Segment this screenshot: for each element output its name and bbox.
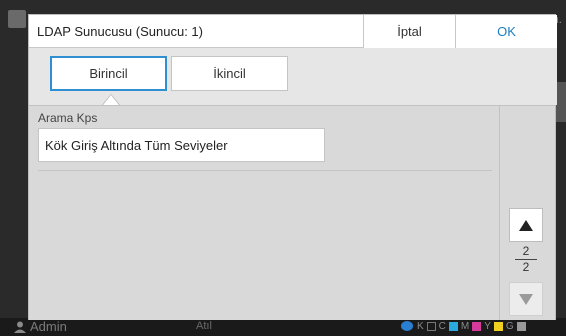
page-indicator: 2 2 [512,245,540,274]
dialog-title: LDAP Sunucusu (Sunucu: 1) [37,24,203,39]
tab-pointer [103,95,119,105]
cancel-button[interactable]: İptal [363,15,455,48]
settings-content: Arama Kps Kök Giriş Altında Tüm Seviyele… [29,105,499,320]
ink-swatch-g [516,321,526,331]
tab-secondary[interactable]: İkincil [171,56,288,91]
ink-levels: K C M Y G [400,320,526,332]
search-scope-label: Arama Kps [38,111,98,125]
divider [38,170,492,171]
ink-drop-icon [401,321,413,331]
ink-swatch-c [448,321,458,331]
ink-swatch-m [472,321,482,331]
user-icon [14,321,26,333]
home-icon [8,10,26,28]
ink-label-y: Y [484,320,491,332]
ink-label-m: M [460,320,470,332]
scroll-up-button[interactable] [509,208,543,242]
background-scrollbar [556,82,566,122]
tab-primary[interactable]: Birincil [50,56,167,91]
page-current: 2 [522,244,530,258]
page-total: 2 [522,260,530,274]
ink-label-k: K [417,320,424,332]
ldap-server-dialog: LDAP Sunucusu (Sunucu: 1) İptal OK Birin… [28,14,557,320]
page-scroller: 2 2 [499,105,555,320]
ink-label-g: G [505,320,514,332]
arrow-down-icon [519,293,533,305]
scroll-down-button[interactable] [509,282,543,316]
dialog-header: LDAP Sunucusu (Sunucu: 1) İptal OK [29,15,557,48]
search-scope-field[interactable]: Kök Giriş Altında Tüm Seviyeler [38,128,325,162]
ink-label-c: C [438,320,446,332]
user-name: Admin [30,319,67,334]
printer-status: Atıl [196,320,212,332]
ink-swatch-k [426,321,436,331]
ok-button[interactable]: OK [455,15,557,48]
ink-swatch-y [493,321,503,331]
arrow-up-icon [519,219,533,231]
